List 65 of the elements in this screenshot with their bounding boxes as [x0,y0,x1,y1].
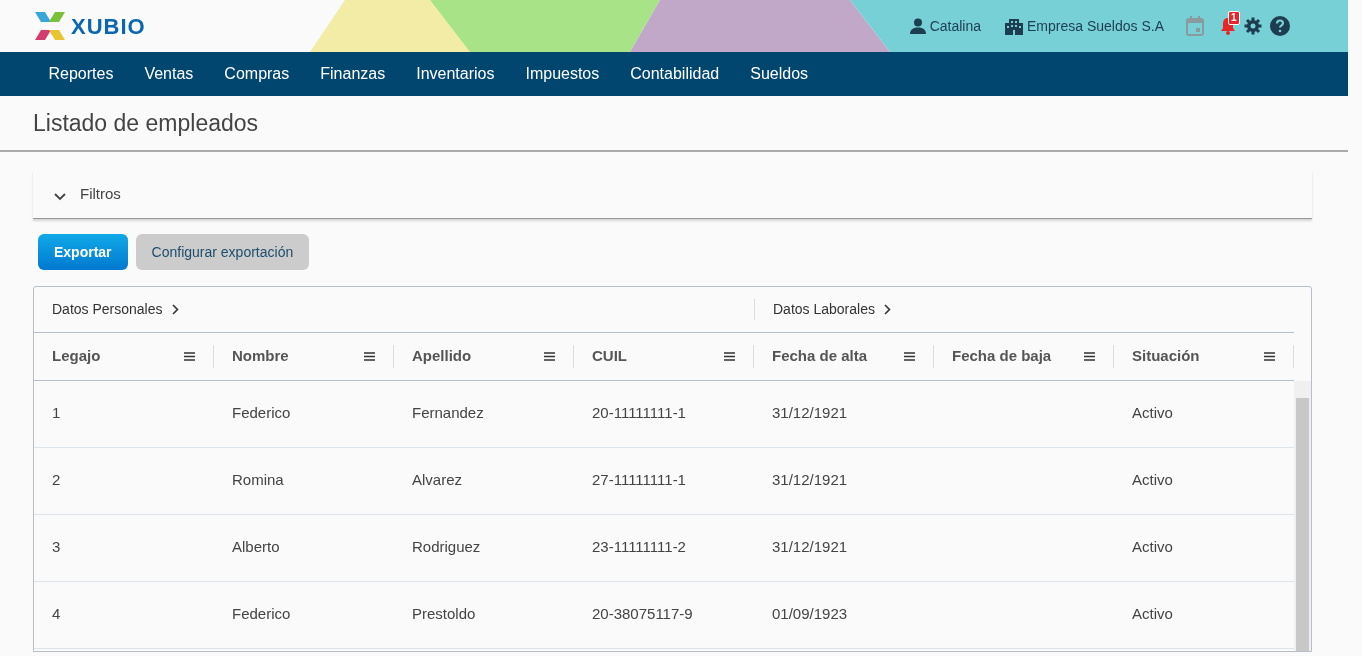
table-cell-text: Alvarez [412,470,463,491]
table-cell-text: Activo [1132,604,1173,625]
column-header: Fecha de baja [952,346,1052,366]
chevron-right-icon [883,304,891,315]
menu-icon[interactable] [724,351,735,361]
table-cell-text: Alberto [232,537,280,558]
nav-link-item[interactable]: Impuestos [509,62,615,86]
settings-icon[interactable] [1244,17,1262,35]
nav-link-item[interactable]: Ventas [128,62,209,86]
table-cell-text: Federico [232,403,291,424]
table-cell-text: Romina [232,470,284,491]
nav-link-item[interactable]: Inventarios [400,62,510,86]
nav-link-item[interactable]: Compras [208,62,305,86]
table-cell-text: 1 [52,403,61,424]
menu-icon[interactable] [1264,351,1275,361]
filters-label: Filtros [80,184,121,205]
page-title: Listado de empleados [33,108,259,138]
table-cell-text: 20-11111111-1 [592,403,686,424]
column-header: Situación [1132,346,1200,366]
table-cell-text: Rodriguez [412,537,481,558]
menu-icon[interactable] [904,351,915,361]
nav-link-item[interactable]: Sueldos [734,62,824,86]
table-cell-text: 20-38075117-9 [592,604,693,625]
table-cell-text: Fernandez [412,403,484,424]
table-cell-text: Activo [1132,537,1173,558]
menu-icon[interactable] [364,351,375,361]
table-cell-text: 01/09/1923 [772,604,848,625]
table-cell-text: 4 [52,604,61,625]
table-cell-text: Federico [232,604,291,625]
table-cell-text: 31/12/1921 [772,537,848,558]
configure-export-button[interactable]: Configurar exportación [135,234,310,270]
table-cell-text: 2 [52,470,61,491]
table-cell-text: 23-11111111-2 [592,537,686,558]
column-header: Nombre [232,346,289,366]
table-cell-text: Activo [1132,470,1173,491]
notification-badge: 1 [1228,11,1240,25]
menu-icon[interactable] [544,351,555,361]
chevron-right-icon [171,304,179,315]
logo-icon [33,10,67,42]
group-label: Datos Laborales [773,300,875,319]
nav-link-item[interactable]: Reportes [33,62,129,86]
menu-icon[interactable] [184,351,195,361]
filters-panel[interactable]: Filtros [33,171,1312,219]
column-header: Apellido [412,346,472,366]
table-cell-text: 27-11111111-1 [592,470,686,491]
group-label: Datos Personales [52,300,163,319]
user-icon [909,18,926,34]
column-group-header[interactable]: Datos Personales [34,299,754,320]
table-cell-text: 31/12/1921 [772,403,848,424]
menu-icon[interactable] [1084,351,1095,361]
user-name[interactable]: Catalina [929,15,982,37]
column-group-header[interactable]: Datos Laborales [754,299,1294,320]
company-name[interactable]: Empresa Sueldos S.A [1027,15,1164,37]
table-cell-text: 3 [52,537,61,558]
table-cell-text: Activo [1132,403,1173,424]
nav-link-item[interactable]: Contabilidad [614,62,735,86]
column-header: CUIL [592,346,627,366]
column-header: Legajo [52,346,101,366]
column-header: Fecha de alta [772,346,868,366]
table-cell-text: Prestoldo [412,604,476,625]
table-cell-text: 31/12/1921 [772,470,848,491]
nav-link-item[interactable]: Finanzas [304,62,401,86]
logo-text: XUBIO [71,12,146,41]
help-icon[interactable] [1270,16,1290,36]
building-icon [1005,17,1024,35]
